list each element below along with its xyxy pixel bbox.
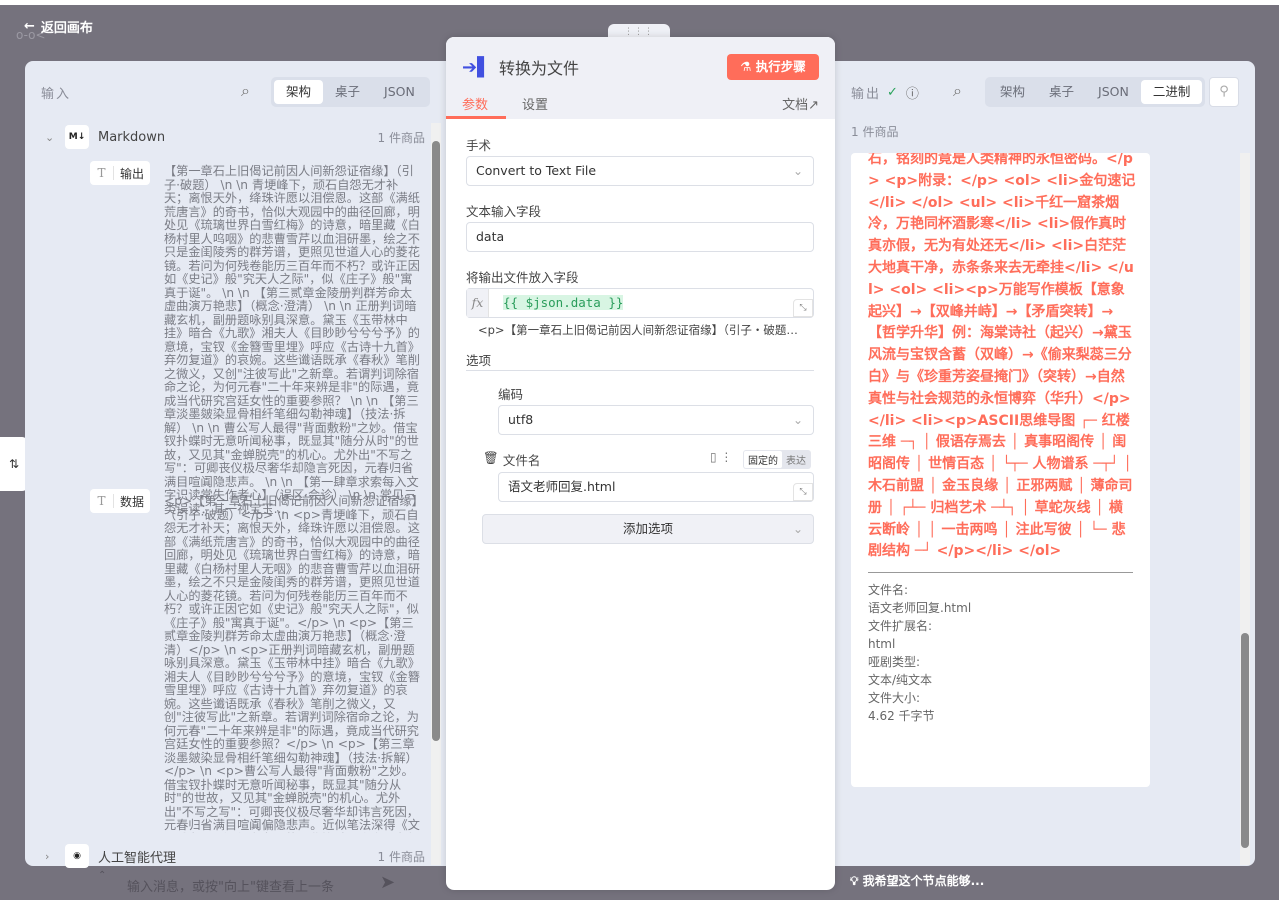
back-to-canvas-button[interactable]: ← 返回画布 [24, 17, 93, 36]
output-field-label: 将输出文件放入字段 [466, 270, 579, 285]
filename-label-row: 🗑 文件名 [483, 450, 541, 469]
field-data[interactable]: T 数据 [90, 489, 151, 513]
field-output-value: 【第一章石上旧偈记前因人间新怨证宿缘】（引子·破题） \n \n 青埂峰下，顽石… [164, 164, 420, 516]
arrow-left-icon: ← [24, 19, 35, 34]
input-view-switcher: 架构 桌子 JSON [271, 77, 430, 107]
node-settings-panel: ➔▌ 转换为文件 ⚗ 执行步骤 参数 设置 文档↗ 手术 Convert to … [446, 37, 835, 890]
text-type-icon: T [90, 494, 114, 508]
mode-fixed[interactable]: 固定的 [744, 451, 782, 468]
search-icon[interactable]: ⌕ [241, 81, 250, 101]
trash-icon[interactable]: 🗑 [483, 450, 499, 469]
view-table[interactable]: 桌子 [1037, 80, 1086, 104]
tab-parameters[interactable]: 参数 [462, 94, 488, 113]
history-arrows-icon[interactable]: ⌃ [98, 870, 106, 881]
panel-icon[interactable]: ▯ ⋮ [710, 450, 732, 464]
node-hint-input[interactable]: 💡︎ 我希望这个节点能够... [850, 872, 984, 889]
input-scrollbar[interactable] [431, 123, 441, 865]
operation-select[interactable]: Convert to Text File ⌄ [466, 156, 814, 186]
info-icon[interactable]: ⓘ [906, 83, 921, 102]
convert-file-icon: ➔▌ [462, 56, 491, 78]
node-title: ➔▌ 转换为文件 [462, 56, 579, 79]
pin-icon[interactable]: ⚲ [1209, 77, 1239, 107]
view-schema[interactable]: 架构 [988, 80, 1037, 104]
input-title: 输入 [41, 87, 72, 102]
success-check-icon: ✓ [887, 85, 900, 100]
encoding-select[interactable]: utf8 ⌄ [498, 405, 814, 435]
send-icon[interactable]: ➤ [380, 872, 395, 893]
view-table[interactable]: 桌子 [323, 80, 372, 104]
node-markdown[interactable]: ⌄ M↓ Markdown 1 件商品 [45, 125, 425, 149]
robot-icon: ◉ [65, 844, 89, 868]
options-label: 选项 [466, 353, 492, 368]
chevron-down-icon: ⌄ [792, 522, 803, 536]
fx-icon: fx [467, 289, 489, 317]
expand-icon[interactable]: ⤡ [793, 483, 813, 501]
chevron-down-icon: ⌄ [45, 130, 55, 144]
node-ai-agent[interactable]: › ◉ 人工智能代理 1 件商品 [45, 844, 425, 868]
tab-settings[interactable]: 设置 [522, 94, 548, 113]
operation-label: 手术 [466, 138, 492, 153]
top-strip [0, 0, 1279, 5]
flask-icon: ⚗ [740, 59, 756, 74]
markdown-icon: M↓ [65, 125, 89, 149]
arrows-icon: ⇅ [8, 457, 20, 471]
text-field-input[interactable]: data [466, 222, 814, 252]
field-data-value: <p>【第一章石上旧偈记前因人间新怨证宿缘】（引子·破题）</p> \n <p>… [164, 495, 420, 833]
expression-preview: <p>【第一章石上旧偈记前因人间新怨证宿缘】（引子・破题… [478, 323, 798, 337]
chevron-right-icon: › [45, 849, 50, 863]
output-count: 1 件商品 [851, 125, 899, 139]
lightbulb-icon: 💡︎ [850, 874, 863, 888]
text-field-label: 文本输入字段 [466, 204, 542, 219]
chevron-down-icon: ⌄ [792, 164, 803, 178]
expand-icon[interactable]: ⤡ [793, 299, 813, 317]
divider [868, 572, 1133, 573]
filename-input[interactable]: 语文老师回复.html ⤡ [498, 472, 814, 502]
add-option-button[interactable]: 添加选项 ⌄ [482, 514, 814, 544]
file-metadata: 文件名: 语文老师回复.html 文件扩展名: html 哑剧类型: 文本/纯文… [868, 583, 972, 723]
input-panel: 输入 ⌕ 架构 桌子 JSON ⌄ M↓ Markdown 1 件商品 T 输出 … [25, 61, 446, 868]
view-binary[interactable]: 二进制 [1140, 80, 1203, 104]
docs-link[interactable]: 文档↗ [782, 94, 819, 113]
panel-toggle-button[interactable]: ⇅ [0, 437, 28, 491]
output-panel: 输出 ✓ ⓘ ⌕ 架构 桌子 JSON 二进制 ⚲ 1 件商品 石，铭刻的竟是人… [835, 61, 1255, 866]
output-field-expression[interactable]: fx {{ $json.data }} ⤡ [466, 288, 814, 318]
mode-expression[interactable]: 表达 [782, 451, 810, 468]
view-schema[interactable]: 架构 [274, 80, 324, 104]
view-json[interactable]: JSON [1086, 80, 1141, 104]
field-output[interactable]: T 输出 [90, 161, 151, 185]
output-header: 输出 ✓ ⓘ [851, 83, 921, 102]
output-scrollbar[interactable] [1240, 153, 1250, 865]
encoding-label: 编码 [498, 387, 524, 402]
file-content-preview: 石，铭刻的竟是人类精神的永恒密码。</p> <p>附录：</p> <ol> <l… [868, 153, 1136, 560]
binary-file-card: 石，铭刻的竟是人类精神的永恒密码。</p> <p>附录：</p> <ol> <l… [851, 153, 1150, 787]
search-icon[interactable]: ⌕ [953, 81, 962, 101]
filename-mode-toggle: 固定的 表达 [743, 450, 811, 469]
view-json[interactable]: JSON [372, 80, 427, 104]
chat-input[interactable]: ⌃ 输入消息，或按"向上"键查看上一条 ➤ [80, 866, 446, 900]
chevron-down-icon: ⌄ [792, 413, 803, 427]
execute-step-button[interactable]: ⚗ 执行步骤 [727, 54, 819, 80]
external-link-icon: ↗ [808, 98, 819, 113]
text-type-icon: T [90, 166, 114, 180]
output-view-switcher: 架构 桌子 JSON 二进制 [985, 77, 1206, 107]
